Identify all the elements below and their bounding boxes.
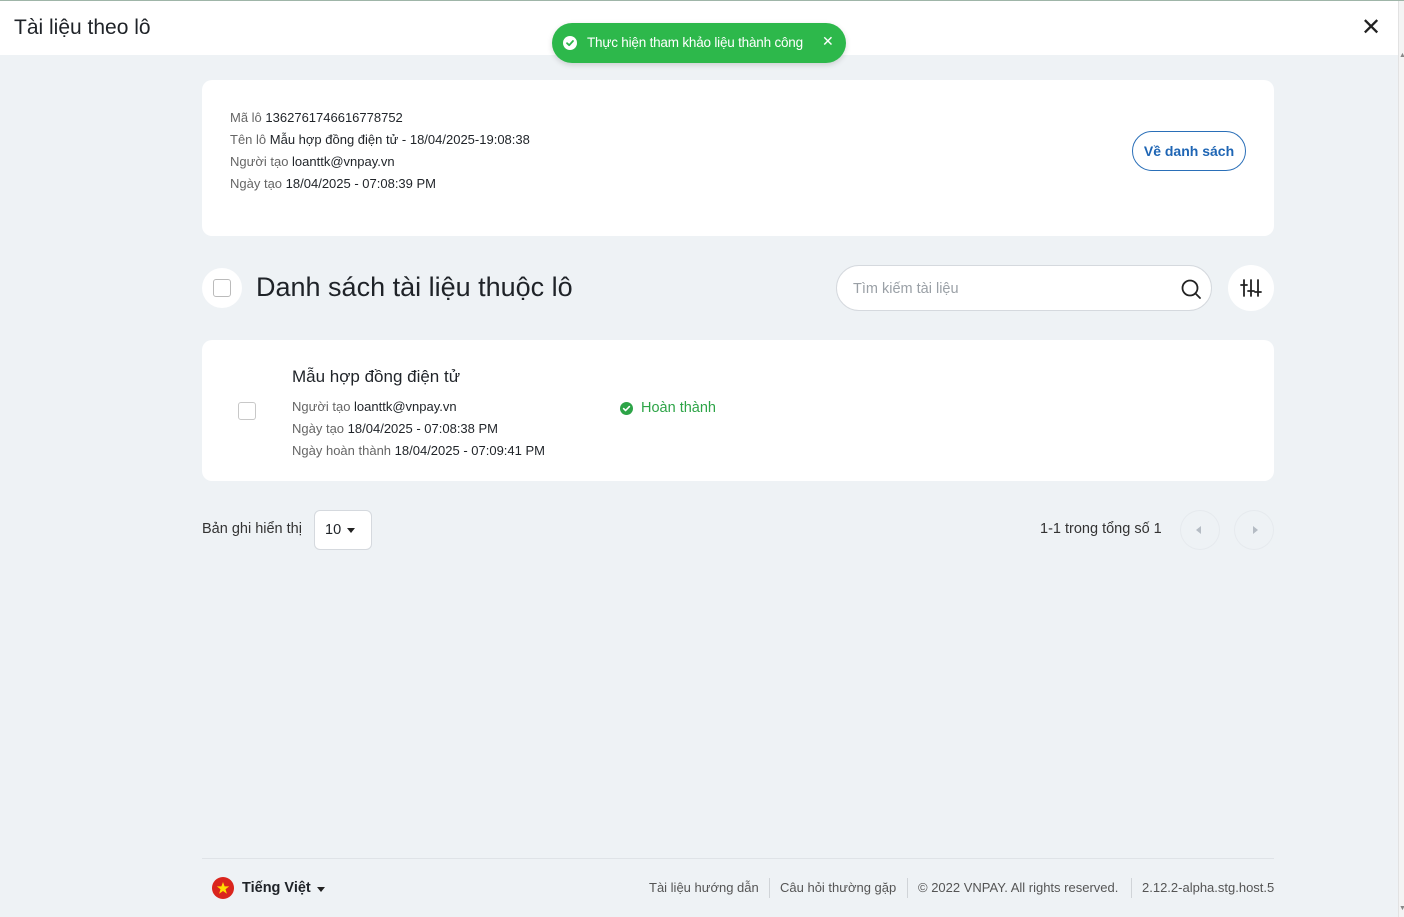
faq-link[interactable]: Câu hỏi thường gặp (780, 880, 896, 895)
toast-message: Thực hiện tham khảo liệu thành công (587, 35, 803, 50)
select-all-toggle[interactable] (202, 268, 242, 308)
filter-button[interactable] (1228, 265, 1274, 311)
sliders-icon (1240, 279, 1262, 297)
pagination-range: 1-1 trong tổng số 1 (1040, 521, 1162, 537)
scrollbar[interactable] (1398, 1, 1404, 917)
batch-created-label: Ngày tạo (230, 176, 283, 191)
copyright-text: © 2022 VNPAY. All rights reserved. (918, 880, 1119, 895)
batch-name-row: Tên lô Mẫu hợp đồng điện tử - 18/04/2025… (230, 132, 530, 147)
version-text: 2.12.2-alpha.stg.host.5 (1142, 880, 1275, 895)
document-creator-label: Người tạo (292, 399, 351, 414)
footer-separator (907, 878, 908, 898)
footer-separator (769, 878, 770, 898)
page-size-select[interactable]: 10 (314, 510, 372, 550)
chevron-right-icon (1253, 526, 1258, 534)
page-title: Tài liệu theo lô (14, 16, 151, 39)
language-label: Tiếng Việt (242, 880, 311, 896)
close-icon[interactable]: ✕ (1359, 16, 1383, 40)
batch-name-value: Mẫu hợp đồng điện tử - 18/04/2025-19:08:… (269, 132, 530, 147)
document-card[interactable]: Mẫu hợp đồng điện tử Người tạo loanttk@v… (202, 340, 1274, 481)
caret-down-icon (317, 887, 325, 892)
batch-name-label: Tên lô (230, 132, 267, 147)
footer-divider (202, 858, 1274, 859)
previous-page-button[interactable] (1180, 510, 1220, 550)
search-icon[interactable] (1180, 278, 1202, 305)
select-all-checkbox[interactable] (213, 279, 231, 297)
document-completed-value: 18/04/2025 - 07:09:41 PM (394, 443, 545, 458)
batch-code-label: Mã lô (230, 110, 262, 125)
batch-creator-label: Người tạo (230, 154, 289, 169)
batch-created-row: Ngày tạo 18/04/2025 - 07:08:39 PM (230, 176, 436, 191)
document-created-value: 18/04/2025 - 07:08:38 PM (347, 421, 499, 436)
document-title[interactable]: Mẫu hợp đồng điện tử (292, 367, 460, 387)
page-size-value: 10 (325, 522, 342, 538)
next-page-button[interactable] (1234, 510, 1274, 550)
vietnam-flag-icon (212, 877, 234, 899)
footer-separator (1131, 878, 1132, 898)
scroll-up-icon[interactable]: ▲ (1399, 52, 1404, 59)
check-circle-icon (563, 36, 577, 50)
document-completed-label: Ngày hoàn thành (292, 443, 392, 458)
caret-down-icon (347, 528, 355, 533)
scroll-down-icon[interactable]: ▼ (1399, 905, 1404, 912)
success-toast: Thực hiện tham khảo liệu thành công ✕ (552, 23, 846, 63)
batch-creator-row: Người tạo loanttk@vnpay.vn (230, 154, 395, 169)
search-input[interactable] (851, 276, 1175, 302)
search-box[interactable] (836, 265, 1212, 311)
batch-code-row: Mã lô 1362761746616778752 (230, 110, 403, 125)
document-checkbox[interactable] (238, 402, 256, 420)
back-to-list-button[interactable]: Về danh sách (1132, 131, 1246, 171)
list-title: Danh sách tài liệu thuộc lô (256, 272, 573, 302)
page-size-label: Bản ghi hiển thị (202, 521, 302, 537)
check-circle-icon (620, 402, 633, 415)
document-created-row: Ngày tạo 18/04/2025 - 07:08:38 PM (292, 421, 498, 436)
document-created-label: Ngày tạo (292, 421, 345, 436)
guide-link[interactable]: Tài liệu hướng dẫn (649, 880, 759, 895)
document-completed-row: Ngày hoàn thành 18/04/2025 - 07:09:41 PM (292, 443, 545, 458)
batch-info-card: Mã lô 1362761746616778752 Tên lô Mẫu hợp… (202, 80, 1274, 236)
status-text: Hoàn thành (641, 400, 716, 416)
batch-created-value: 18/04/2025 - 07:08:39 PM (285, 176, 437, 191)
chevron-left-icon (1196, 526, 1201, 534)
document-creator-row: Người tạo loanttk@vnpay.vn (292, 399, 457, 414)
document-creator-value: loanttk@vnpay.vn (354, 399, 457, 414)
batch-creator-value: loanttk@vnpay.vn (292, 154, 395, 169)
batch-code-value: 1362761746616778752 (265, 110, 403, 125)
toast-close-icon[interactable]: ✕ (822, 33, 834, 50)
